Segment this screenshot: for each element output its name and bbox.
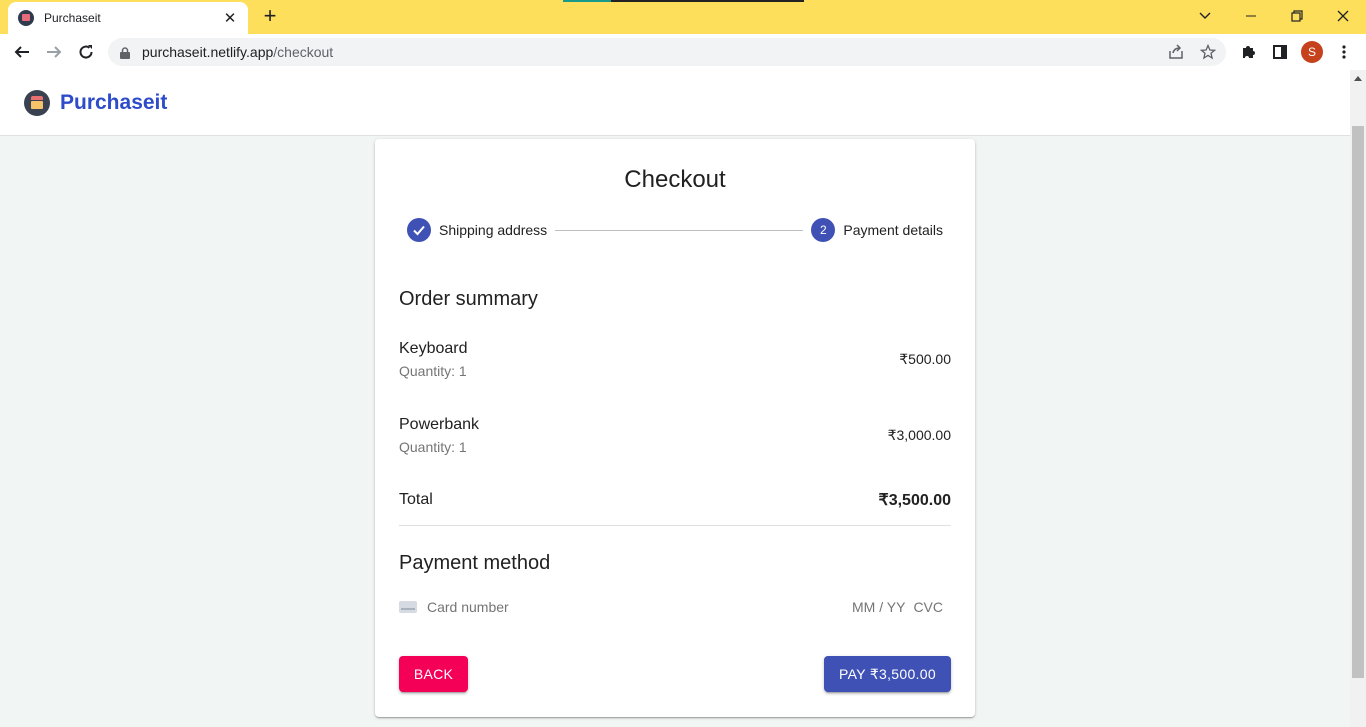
step-completed-check-icon [407, 218, 431, 242]
restore-icon[interactable] [1274, 0, 1320, 32]
step-number-icon: 2 [811, 218, 836, 242]
checkout-card: Checkout Shipping address 2 Payment deta… [375, 139, 975, 717]
checkout-stepper: Shipping address 2 Payment details [407, 218, 943, 242]
url-path: /checkout [273, 44, 334, 60]
item-name: Keyboard [399, 340, 468, 357]
app-header: Purchaseit [0, 70, 1350, 136]
url-text: purchaseit.netlify.app/checkout [142, 44, 1226, 60]
url-host: purchaseit.netlify.app [142, 44, 274, 60]
bookmark-star-icon[interactable] [1198, 42, 1218, 62]
order-total: Total ₹3,500.00 [399, 489, 951, 511]
card-number-input[interactable]: Card number [427, 599, 852, 615]
share-icon[interactable] [1166, 42, 1186, 62]
page-content: Purchaseit Checkout Shipping address 2 P… [0, 70, 1350, 727]
side-panel-icon[interactable] [1270, 42, 1290, 62]
tab-strip-indicator [563, 0, 804, 2]
card-input-field[interactable]: Card number MM / YY CVC [399, 598, 943, 616]
forward-arrow-icon[interactable] [40, 38, 68, 66]
list-item: Keyboard Quantity: 1 ₹500.00 [399, 340, 951, 380]
lock-icon [120, 46, 130, 59]
profile-avatar[interactable]: S [1301, 41, 1323, 63]
menu-kebab-icon[interactable] [1334, 42, 1354, 62]
step-connector [555, 229, 804, 231]
step-label-shipping: Shipping address [439, 222, 548, 238]
new-tab-icon[interactable]: + [258, 5, 282, 29]
item-name: Powerbank [399, 416, 480, 433]
store-logo-icon [24, 89, 50, 116]
address-bar[interactable]: purchaseit.netlify.app/checkout [108, 38, 1226, 66]
divider [399, 525, 951, 526]
extensions-icon[interactable] [1238, 42, 1258, 62]
scrollbar-thumb[interactable] [1352, 126, 1364, 678]
back-button[interactable]: BACK [399, 656, 468, 692]
browser-tab[interactable]: Purchaseit ✕ [8, 2, 248, 34]
browser-toolbar: purchaseit.netlify.app/checkout [0, 34, 1366, 70]
payment-method-heading: Payment method [399, 552, 551, 574]
step-label-payment: Payment details [843, 222, 943, 238]
back-arrow-icon[interactable] [8, 38, 36, 66]
list-item: Powerbank Quantity: 1 ₹3,000.00 [399, 416, 951, 456]
page-title: Checkout [624, 166, 726, 193]
reload-icon[interactable] [72, 38, 100, 66]
page-scrollbar[interactable] [1350, 70, 1366, 727]
minimize-icon[interactable] [1228, 0, 1274, 32]
total-amount: ₹3,500.00 [878, 492, 951, 509]
item-price: ₹500.00 [899, 351, 951, 367]
scroll-up-arrow-icon[interactable] [1354, 76, 1362, 81]
close-tab-icon[interactable]: ✕ [222, 9, 238, 27]
tab-search-icon[interactable] [1182, 0, 1228, 32]
credit-card-icon [399, 601, 417, 613]
item-quantity: Quantity: 1 [399, 363, 467, 379]
tab-title: Purchaseit [44, 11, 101, 25]
brand-name[interactable]: Purchaseit [60, 91, 167, 115]
card-expiry-input[interactable]: MM / YY [852, 599, 905, 615]
order-summary-heading: Order summary [399, 288, 538, 310]
close-window-icon[interactable] [1320, 0, 1366, 32]
favicon-icon [18, 10, 34, 26]
pay-button[interactable]: PAY ₹3,500.00 [824, 656, 951, 692]
item-quantity: Quantity: 1 [399, 439, 467, 455]
card-cvc-input[interactable]: CVC [913, 599, 943, 615]
total-label: Total [399, 491, 433, 508]
browser-tab-bar: Purchaseit ✕ + [0, 0, 1366, 34]
item-price: ₹3,000.00 [887, 427, 951, 443]
